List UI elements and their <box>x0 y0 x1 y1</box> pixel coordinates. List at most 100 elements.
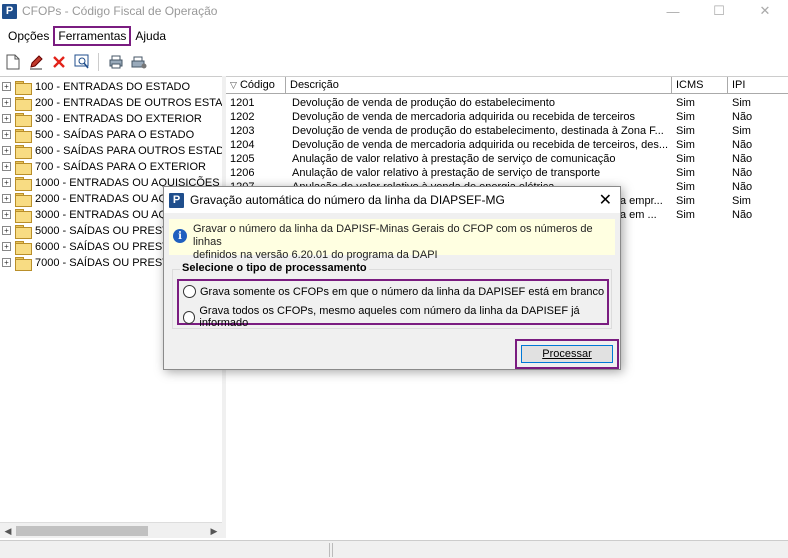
processar-button-highlight: Processar <box>515 339 619 369</box>
expand-plus-icon[interactable]: + <box>2 242 11 251</box>
dialog-title-bar: P Gravação automática do número da linha… <box>164 187 620 213</box>
edit-pencil-icon[interactable] <box>26 53 45 72</box>
cell-codigo: 1202 <box>230 111 255 123</box>
radio-options-highlight: Grava somente os CFOPs em que o número d… <box>177 279 609 329</box>
cell-icms: Sim <box>676 209 695 221</box>
app-logo-icon: P <box>2 3 17 19</box>
table-row[interactable]: 1202 Devolução de venda de mercadoria adq… <box>226 110 788 124</box>
info-text: Gravar o número da linha da DAPISF-Minas… <box>193 219 615 262</box>
expand-plus-icon[interactable]: + <box>2 178 11 187</box>
new-document-icon[interactable] <box>3 53 22 72</box>
dialog-app-icon: P <box>169 192 184 208</box>
title-bar: P CFOPs - Código Fiscal de Operação — ☐ … <box>0 0 788 22</box>
toolbar-separator <box>98 53 99 71</box>
info-line-1: Gravar o número da linha da DAPISF-Minas… <box>193 223 593 248</box>
maximize-icon[interactable]: ☐ <box>696 0 742 22</box>
column-header-descricao[interactable]: Descrição <box>286 77 672 94</box>
cell-icms: Sim <box>676 97 695 109</box>
menu-opcoes[interactable]: Opções <box>4 27 53 45</box>
menu-ajuda[interactable]: Ajuda <box>131 27 170 45</box>
cell-icms: Sim <box>676 195 695 207</box>
expand-plus-icon[interactable]: + <box>2 210 11 219</box>
cell-ipi: Não <box>732 181 753 193</box>
cell-icms: Sim <box>676 167 695 179</box>
option-blank-only-label: Grava somente os CFOPs em que o número d… <box>200 285 605 298</box>
cell-descricao: Anulação de valor relativo à prestação d… <box>292 167 601 179</box>
close-icon[interactable]: ✕ <box>742 0 788 22</box>
cell-descricao: Devolução de venda de mercadoria adquiri… <box>292 111 636 123</box>
processar-button[interactable]: Processar <box>521 345 613 363</box>
grid-header: ▽ Código Descrição ICMS IPI <box>226 77 788 94</box>
cell-descricao: Devolução de venda de mercadoria adquiri… <box>292 139 669 151</box>
scroll-left-icon[interactable]: ◀ <box>0 523 16 539</box>
tree-node[interactable]: +500 - SAÍDAS PARA O ESTADO <box>2 127 194 143</box>
gravacao-dialog: P Gravação automática do número da linha… <box>163 186 621 370</box>
cell-ipi: Não <box>732 139 753 151</box>
info-message: i Gravar o número da linha da DAPISF-Min… <box>169 219 615 261</box>
cell-icms: Sim <box>676 111 695 123</box>
menu-ferramentas[interactable]: Ferramentas <box>53 26 132 46</box>
group-title: Selecione o tipo de processamento <box>180 262 369 274</box>
expand-plus-icon[interactable]: + <box>2 258 11 267</box>
tree-node[interactable]: +300 - ENTRADAS DO EXTERIOR <box>2 111 202 127</box>
folder-icon <box>15 224 32 239</box>
table-row[interactable]: 1204 Devolução de venda de mercadoria adq… <box>226 138 788 152</box>
option-blank-only[interactable]: Grava somente os CFOPs em que o número d… <box>183 285 604 298</box>
radio-button[interactable] <box>183 285 196 298</box>
cell-codigo: 1204 <box>230 139 255 151</box>
cell-codigo: 1203 <box>230 125 255 137</box>
tree-node[interactable]: +100 - ENTRADAS DO ESTADO <box>2 79 190 95</box>
info-line-2: definidos na versão 6.20.01 do programa … <box>193 249 438 261</box>
radio-button[interactable] <box>183 310 196 324</box>
expand-plus-icon[interactable]: + <box>2 82 11 91</box>
cell-ipi: Não <box>732 111 753 123</box>
table-row[interactable]: 1203 Devolução de venda de produção do es… <box>226 124 788 138</box>
scroll-right-icon[interactable]: ▶ <box>206 523 222 539</box>
sort-indicator-icon: ▽ <box>230 80 237 90</box>
status-bar <box>0 540 788 558</box>
column-header-icms[interactable]: ICMS <box>672 77 728 94</box>
tree-node-label: 200 - ENTRADAS DE OUTROS ESTADOS <box>35 96 222 109</box>
tree-node[interactable]: +700 - SAÍDAS PARA O EXTERIOR <box>2 159 206 175</box>
tree-horizontal-scrollbar[interactable]: ◀ ▶ <box>0 522 222 538</box>
menu-bar: Opções Ferramentas Ajuda <box>0 25 788 47</box>
expand-plus-icon[interactable]: + <box>2 146 11 155</box>
column-header-ipi[interactable]: IPI <box>728 77 788 94</box>
tree-node[interactable]: +600 - SAÍDAS PARA OUTROS ESTADOS <box>2 143 222 159</box>
option-all-label: Grava todos os CFOPs, mesmo aqueles com … <box>199 305 580 329</box>
expand-plus-icon[interactable]: + <box>2 194 11 203</box>
expand-plus-icon[interactable]: + <box>2 114 11 123</box>
folder-icon <box>15 144 32 159</box>
expand-plus-icon[interactable]: + <box>2 226 11 235</box>
cell-icms: Sim <box>676 153 695 165</box>
cell-descricao: Anulação de valor relativo à prestação d… <box>292 153 616 165</box>
print-setup-icon[interactable] <box>129 53 148 72</box>
cell-codigo: 1205 <box>230 153 255 165</box>
column-header-codigo[interactable]: ▽ Código <box>226 77 286 94</box>
table-row[interactable]: 1205 Anulação de valor relativo à prestaç… <box>226 152 788 166</box>
dialog-close-icon[interactable]: ✕ <box>599 190 612 210</box>
folder-icon <box>15 176 32 191</box>
print-icon[interactable] <box>106 53 125 72</box>
expand-plus-icon[interactable]: + <box>2 162 11 171</box>
window-controls: — ☐ ✕ <box>650 0 788 22</box>
folder-icon <box>15 240 32 255</box>
expand-plus-icon[interactable]: + <box>2 130 11 139</box>
cell-ipi: Não <box>732 167 753 179</box>
delete-x-icon[interactable] <box>49 53 68 72</box>
cell-ipi: Não <box>732 153 753 165</box>
processing-type-group: Selecione o tipo de processamento Grava … <box>172 262 612 329</box>
table-row[interactable]: 1201 Devolução de venda de produção do es… <box>226 96 788 110</box>
cell-descricao: a em ... <box>620 209 657 221</box>
tree-node-label: 600 - SAÍDAS PARA OUTROS ESTADOS <box>35 144 222 157</box>
expand-plus-icon[interactable]: + <box>2 98 11 107</box>
minimize-icon[interactable]: — <box>650 0 696 22</box>
cell-ipi: Sim <box>732 125 751 137</box>
search-preview-icon[interactable] <box>72 53 91 72</box>
option-all[interactable]: Grava todos os CFOPs, mesmo aqueles com … <box>183 305 607 329</box>
scrollbar-thumb[interactable] <box>16 526 148 536</box>
tree-node[interactable]: +200 - ENTRADAS DE OUTROS ESTADOS <box>2 95 222 111</box>
tree-node-label: 700 - SAÍDAS PARA O EXTERIOR <box>35 160 206 173</box>
table-row[interactable]: 1206 Anulação de valor relativo à prestaç… <box>226 166 788 180</box>
folder-icon <box>15 96 32 111</box>
